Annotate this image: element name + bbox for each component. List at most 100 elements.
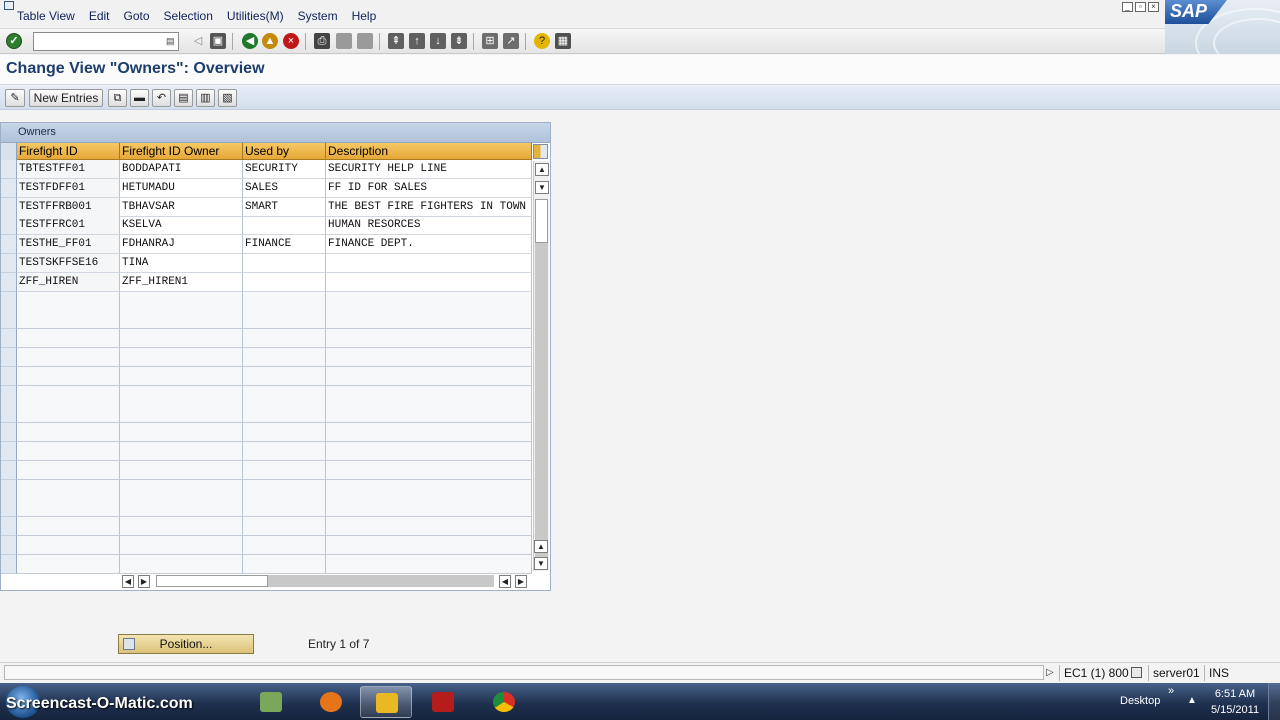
row-selector[interactable] [1, 536, 17, 555]
cell-used-by[interactable] [243, 348, 326, 367]
cell-firefight-id[interactable]: TESTFFRB001 [17, 197, 120, 217]
copy-as-icon[interactable]: ⧉ [108, 89, 127, 107]
cell-firefight-id[interactable] [17, 517, 120, 537]
cell-firefight-id[interactable] [17, 554, 120, 574]
cell-used-by[interactable] [243, 442, 326, 461]
cell-firefight-id-owner[interactable] [120, 479, 243, 499]
cell-firefight-id-owner[interactable]: TBHAVSAR [120, 197, 243, 217]
cell-firefight-id-owner[interactable] [120, 423, 243, 443]
cell-description[interactable] [326, 385, 532, 405]
menu-edit[interactable]: Edit [82, 9, 117, 23]
row-selector[interactable] [1, 348, 17, 367]
cell-description[interactable] [326, 460, 532, 480]
cell-firefight-id[interactable]: ZFF_HIREN [17, 272, 120, 292]
cell-description[interactable]: SECURITY HELP LINE [326, 160, 532, 179]
column-header-firefight-id[interactable]: Firefight ID [17, 143, 120, 160]
vertical-scroll-thumb[interactable] [535, 199, 548, 243]
status-expand-icon[interactable]: ▷ [1046, 667, 1054, 678]
cell-firefight-id[interactable]: TBTESTFF01 [17, 160, 120, 179]
cell-firefight-id-owner[interactable]: BODDAPATI [120, 160, 243, 179]
cell-firefight-id[interactable]: TESTHE_FF01 [17, 235, 120, 255]
cell-used-by[interactable] [243, 460, 326, 480]
row-selector[interactable] [1, 160, 17, 179]
cell-used-by[interactable] [243, 291, 326, 311]
cell-firefight-id[interactable]: TESTFDFF01 [17, 178, 120, 198]
cancel-icon[interactable]: × [283, 33, 299, 49]
toolbar-chevron-icon[interactable]: » [1168, 685, 1174, 697]
cell-used-by[interactable] [243, 479, 326, 499]
cell-used-by[interactable] [243, 517, 326, 537]
cell-description[interactable] [326, 517, 532, 537]
deselect-all-icon[interactable]: ▧ [218, 89, 237, 107]
save-icon[interactable]: ▣ [210, 33, 226, 49]
last-page-icon[interactable]: ⇟ [451, 33, 467, 49]
cell-description[interactable] [326, 310, 532, 330]
cell-firefight-id[interactable] [17, 442, 120, 461]
scroll-left-icon[interactable]: ◀ [122, 575, 134, 588]
cell-firefight-id-owner[interactable]: HETUMADU [120, 178, 243, 198]
status-list-icon[interactable] [1131, 667, 1142, 678]
row-selector[interactable] [1, 517, 17, 537]
empty-table-row[interactable] [1, 366, 532, 386]
table-settings-icon[interactable] [533, 144, 548, 159]
menu-selection[interactable]: Selection [157, 9, 220, 23]
menu-utilities[interactable]: Utilities(M) [220, 9, 291, 23]
table-row[interactable]: ZFF_HIREN ZFF_HIREN1 [1, 272, 532, 292]
table-row[interactable]: TESTFDFF01 HETUMADU SALES FF ID FOR SALES [1, 178, 532, 198]
column-header-firefight-id-owner[interactable]: Firefight ID Owner [120, 143, 243, 160]
cell-used-by[interactable] [243, 310, 326, 330]
column-header-description[interactable]: Description [326, 143, 532, 160]
cell-used-by[interactable] [243, 385, 326, 405]
new-entries-button[interactable]: New Entries [29, 89, 103, 107]
empty-table-row[interactable] [1, 291, 532, 311]
cell-description[interactable] [326, 536, 532, 555]
row-selector[interactable] [1, 479, 17, 499]
cell-firefight-id-owner[interactable] [120, 442, 243, 461]
cell-description[interactable]: FINANCE DEPT. [326, 235, 532, 255]
prev-arrow-icon[interactable]: ◁ [190, 33, 206, 49]
cell-firefight-id-owner[interactable] [120, 291, 243, 311]
empty-table-row[interactable] [1, 423, 532, 443]
row-selector[interactable] [1, 197, 17, 217]
command-field[interactable]: ▤ [33, 32, 179, 51]
cell-used-by[interactable] [243, 536, 326, 555]
enter-icon[interactable]: ✓ [6, 33, 22, 49]
scroll-first-column-icon[interactable]: ◀ [499, 575, 511, 588]
cell-firefight-id-owner[interactable] [120, 366, 243, 386]
cell-firefight-id-owner[interactable]: TINA [120, 254, 243, 273]
next-page-icon[interactable]: ↓ [430, 33, 446, 49]
cell-firefight-id[interactable] [17, 310, 120, 330]
help-icon[interactable]: ? [534, 33, 550, 49]
cell-description[interactable] [326, 442, 532, 461]
taskbar-item-sap[interactable] [360, 686, 412, 718]
empty-table-row[interactable] [1, 385, 532, 405]
row-selector[interactable] [1, 291, 17, 311]
find-icon[interactable] [336, 33, 352, 49]
clock[interactable]: 6:51 AM 5/15/2011 [1206, 686, 1264, 718]
scroll-right-icon[interactable]: ▶ [138, 575, 150, 588]
table-row[interactable]: TBTESTFF01 BODDAPATI SECURITY SECURITY HELP… [1, 160, 532, 179]
cell-firefight-id[interactable] [17, 385, 120, 405]
first-page-icon[interactable]: ⇞ [388, 33, 404, 49]
tray-expand-icon[interactable]: ▲ [1187, 695, 1197, 706]
cell-firefight-id[interactable] [17, 498, 120, 518]
cell-firefight-id[interactable] [17, 329, 120, 349]
cell-firefight-id-owner[interactable]: ZFF_HIREN1 [120, 272, 243, 292]
cell-firefight-id[interactable]: TESTFFRC01 [17, 216, 120, 236]
desktop-toolbar[interactable]: Desktop [1120, 695, 1160, 707]
cell-used-by[interactable] [243, 498, 326, 518]
horizontal-scrollbar[interactable]: ◀ ▶ ◀ ▶ [120, 573, 533, 589]
cell-used-by[interactable] [243, 329, 326, 349]
command-history-icon[interactable]: ▤ [166, 35, 176, 48]
cell-firefight-id-owner[interactable] [120, 310, 243, 330]
empty-table-row[interactable] [1, 536, 532, 555]
row-selector[interactable] [1, 423, 17, 443]
empty-table-row[interactable] [1, 329, 532, 349]
select-block-icon[interactable]: ▥ [196, 89, 215, 107]
cell-firefight-id[interactable] [17, 479, 120, 499]
scroll-down-icon[interactable]: ▼ [535, 181, 549, 194]
cell-used-by[interactable] [243, 404, 326, 424]
taskbar-item[interactable] [417, 686, 469, 718]
taskbar-item[interactable] [305, 686, 357, 718]
cell-description[interactable] [326, 254, 532, 273]
